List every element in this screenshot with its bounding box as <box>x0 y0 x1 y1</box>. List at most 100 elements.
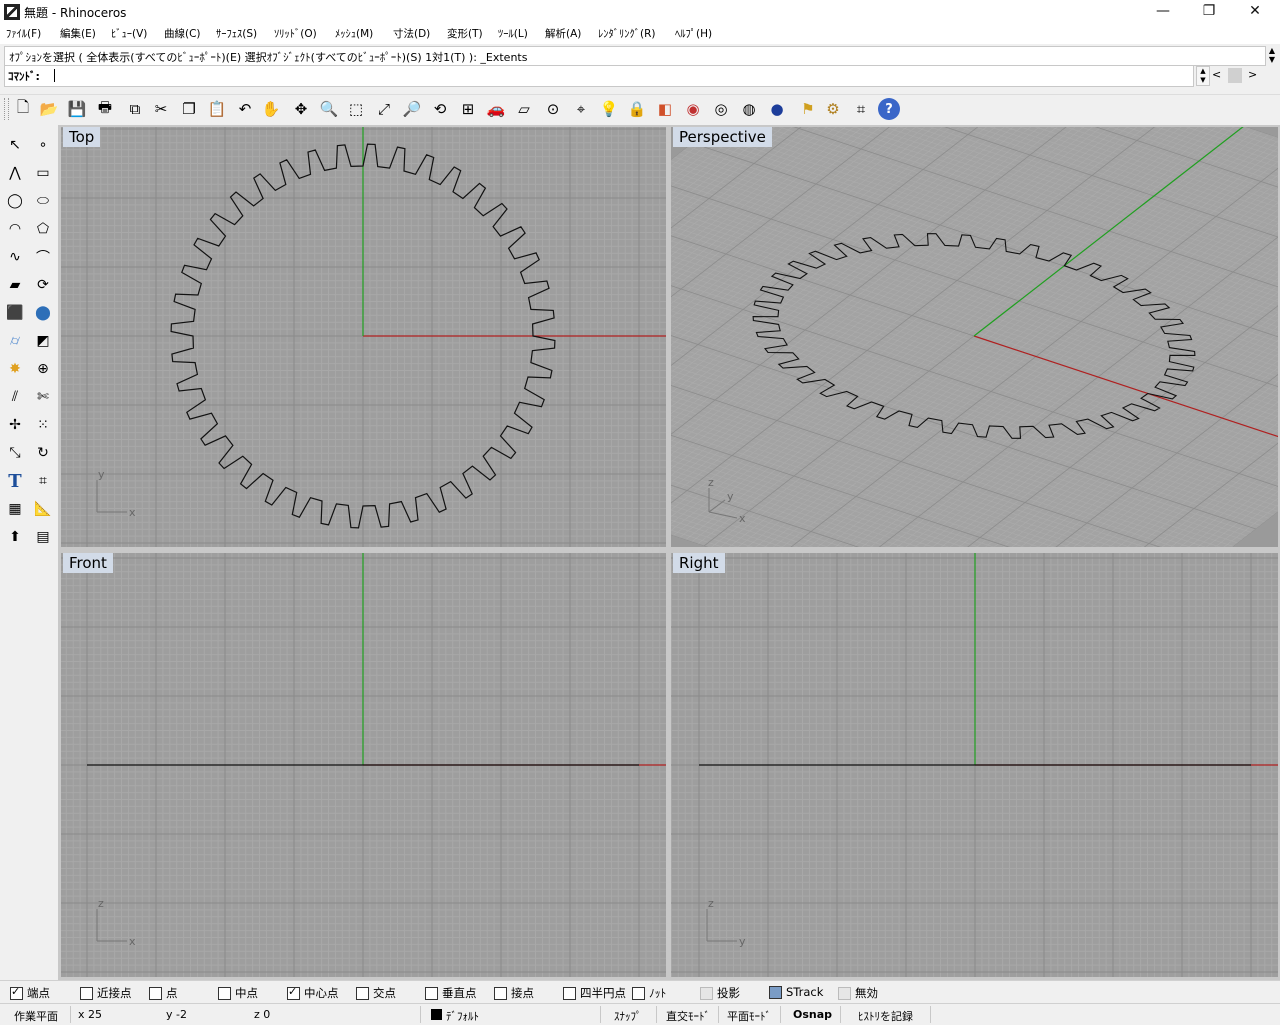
render-sphere-icon[interactable]: ● <box>766 98 788 120</box>
array-icon[interactable]: ⁙ <box>31 413 55 437</box>
osnap-checkbox[interactable] <box>494 986 507 1000</box>
viewport-right[interactable]: y z Right <box>671 553 1278 977</box>
lock-icon[interactable]: 🔒 <box>626 98 648 120</box>
osnap-checkbox[interactable] <box>287 985 300 1000</box>
point-icon[interactable]: ∘ <box>31 133 55 157</box>
viewport-label-right[interactable]: Right <box>673 553 725 573</box>
osnap-checkbox[interactable] <box>838 986 851 1000</box>
select-arrow-icon[interactable]: ↖ <box>3 133 27 157</box>
cylinder-icon[interactable]: ⌭ <box>3 329 27 353</box>
osnap-0[interactable]: 端点 <box>10 985 50 1001</box>
ellipse-icon[interactable]: ⬭ <box>31 189 55 213</box>
status-cplane[interactable]: 作業平面 <box>14 1008 58 1024</box>
import-icon[interactable]: ⧉ <box>124 98 146 120</box>
block-icon[interactable]: ▦ <box>3 497 27 521</box>
fillet-curve-icon[interactable]: ⌒ <box>31 245 55 269</box>
render-tools-icon[interactable]: ⚑ <box>797 98 819 120</box>
menu-render[interactable]: ﾚﾝﾀﾞﾘﾝｸﾞ(R) <box>598 26 656 41</box>
extrude-icon[interactable]: ⬆ <box>3 525 27 549</box>
surface-edit-icon[interactable]: ◩ <box>31 329 55 353</box>
menu-view[interactable]: ﾋﾞｭｰ(V) <box>111 26 147 41</box>
osnap-11[interactable]: STrack <box>769 985 823 999</box>
osnap-checkbox[interactable] <box>80 986 93 1000</box>
menu-dimension[interactable]: 寸法(D) <box>393 26 430 41</box>
osnap-7[interactable]: 接点 <box>494 985 534 1001</box>
scale-icon[interactable]: ⤡ <box>3 441 27 465</box>
cut-icon[interactable]: ✂ <box>150 98 172 120</box>
osnap-checkbox[interactable] <box>632 986 645 1000</box>
osnap-4[interactable]: 中心点 <box>287 985 339 1001</box>
menu-tools[interactable]: ﾂｰﾙ(L) <box>498 26 528 41</box>
viewport-label-perspective[interactable]: Perspective <box>673 127 772 147</box>
surface-icon[interactable]: ▰ <box>3 273 27 297</box>
layer-icon[interactable]: ◧ <box>654 98 676 120</box>
polygon-icon[interactable]: ⬠ <box>31 217 55 241</box>
command-scroll-thumb[interactable] <box>1228 68 1242 83</box>
free-curve-icon[interactable]: ∿ <box>3 245 27 269</box>
grid-icon[interactable]: ▤ <box>31 525 55 549</box>
menu-surface[interactable]: ｻｰﾌｪｽ(S) <box>216 26 257 41</box>
box-icon[interactable]: ⬛ <box>3 301 27 325</box>
osnap-1[interactable]: 近接点 <box>80 985 132 1001</box>
status-layer[interactable]: ﾃﾞﾌｫﾙﾄ <box>446 1008 479 1024</box>
zoom-icon[interactable]: 🔍 <box>318 98 340 120</box>
open-icon[interactable]: 📂 <box>38 98 60 120</box>
minimize-button[interactable]: — <box>1140 0 1186 24</box>
explode-icon[interactable]: ✸ <box>3 357 27 381</box>
shaded-sphere-icon[interactable]: ◍ <box>738 98 760 120</box>
osnap-5[interactable]: 交点 <box>356 985 396 1001</box>
scroll-left-icon[interactable]: < <box>1212 68 1221 81</box>
split-icon[interactable]: ⫽ <box>3 385 27 409</box>
restore-button[interactable]: ❐ <box>1186 0 1232 24</box>
revolve-icon[interactable]: ⟳ <box>31 273 55 297</box>
command-history-scrollbar[interactable]: ▲ ▼ <box>1266 46 1278 64</box>
car-icon[interactable]: 🚗 <box>485 98 507 120</box>
save-icon[interactable]: 💾 <box>66 98 88 120</box>
zoom-selected-icon[interactable]: 🔎 <box>401 98 423 120</box>
menu-analyze[interactable]: 解析(A) <box>545 26 581 41</box>
copy-icon[interactable]: ❐ <box>178 98 200 120</box>
print-icon[interactable]: 🖶 <box>94 98 116 120</box>
polyline-icon[interactable]: ⋀ <box>3 161 27 185</box>
menu-file[interactable]: ﾌｧｲﾙ(F) <box>6 26 41 41</box>
command-line[interactable]: ｺﾏﾝﾄﾞ: <box>4 65 1194 87</box>
rotate-view-icon[interactable]: ✥ <box>290 98 312 120</box>
cplane-icon[interactable]: ⊙ <box>542 98 564 120</box>
status-history[interactable]: ﾋｽﾄﾘを記録 <box>858 1008 913 1024</box>
boolean-icon[interactable]: ⊕ <box>31 357 55 381</box>
rotate-icon[interactable]: ↻ <box>31 441 55 465</box>
new-file-icon[interactable]: 🗋 <box>12 98 34 120</box>
menu-edit[interactable]: 編集(E) <box>60 26 96 41</box>
circle-icon[interactable]: ◯ <box>3 189 27 213</box>
osnap-12[interactable]: 無効 <box>838 985 878 1001</box>
gear-icon[interactable]: ⚙ <box>822 98 844 120</box>
rectangle-icon[interactable]: ▭ <box>31 161 55 185</box>
osnap-checkbox[interactable] <box>149 986 162 1000</box>
osnap-checkbox[interactable] <box>218 986 231 1000</box>
layer-color-swatch[interactable] <box>431 1009 442 1020</box>
scroll-right-icon[interactable]: > <box>1248 68 1257 81</box>
osnap-checkbox[interactable] <box>356 986 369 1000</box>
osnap-icon[interactable]: ⌖ <box>570 98 592 120</box>
trim-icon[interactable]: ✄ <box>31 385 55 409</box>
osnap-2[interactable]: 点 <box>149 985 178 1001</box>
close-button[interactable]: ✕ <box>1232 0 1278 24</box>
status-osnap[interactable]: Osnap <box>793 1008 832 1021</box>
osnap-checkbox[interactable] <box>769 985 782 999</box>
wireframe-icon[interactable]: ◎ <box>710 98 732 120</box>
four-viewports-icon[interactable]: ⊞ <box>457 98 479 120</box>
dimension-icon[interactable]: ⌗ <box>850 98 872 120</box>
undo-view-icon[interactable]: ⟲ <box>429 98 451 120</box>
measure-icon[interactable]: 📐 <box>31 497 55 521</box>
osnap-checkbox[interactable] <box>563 986 576 1000</box>
menu-curve[interactable]: 曲線(C) <box>164 26 201 41</box>
status-planar[interactable]: 平面ﾓｰﾄﾞ <box>727 1008 771 1024</box>
zoom-extents-icon[interactable]: ⤢ <box>373 98 395 120</box>
arc-icon[interactable]: ◠ <box>3 217 27 241</box>
move-icon[interactable]: ✢ <box>3 413 27 437</box>
viewport-top[interactable]: x y Top <box>61 127 666 547</box>
menu-solid[interactable]: ｿﾘｯﾄﾞ(O) <box>274 26 317 41</box>
viewport-label-top[interactable]: Top <box>63 127 101 147</box>
osnap-9[interactable]: ﾉｯﾄ <box>632 985 666 1001</box>
osnap-6[interactable]: 垂直点 <box>425 985 477 1001</box>
